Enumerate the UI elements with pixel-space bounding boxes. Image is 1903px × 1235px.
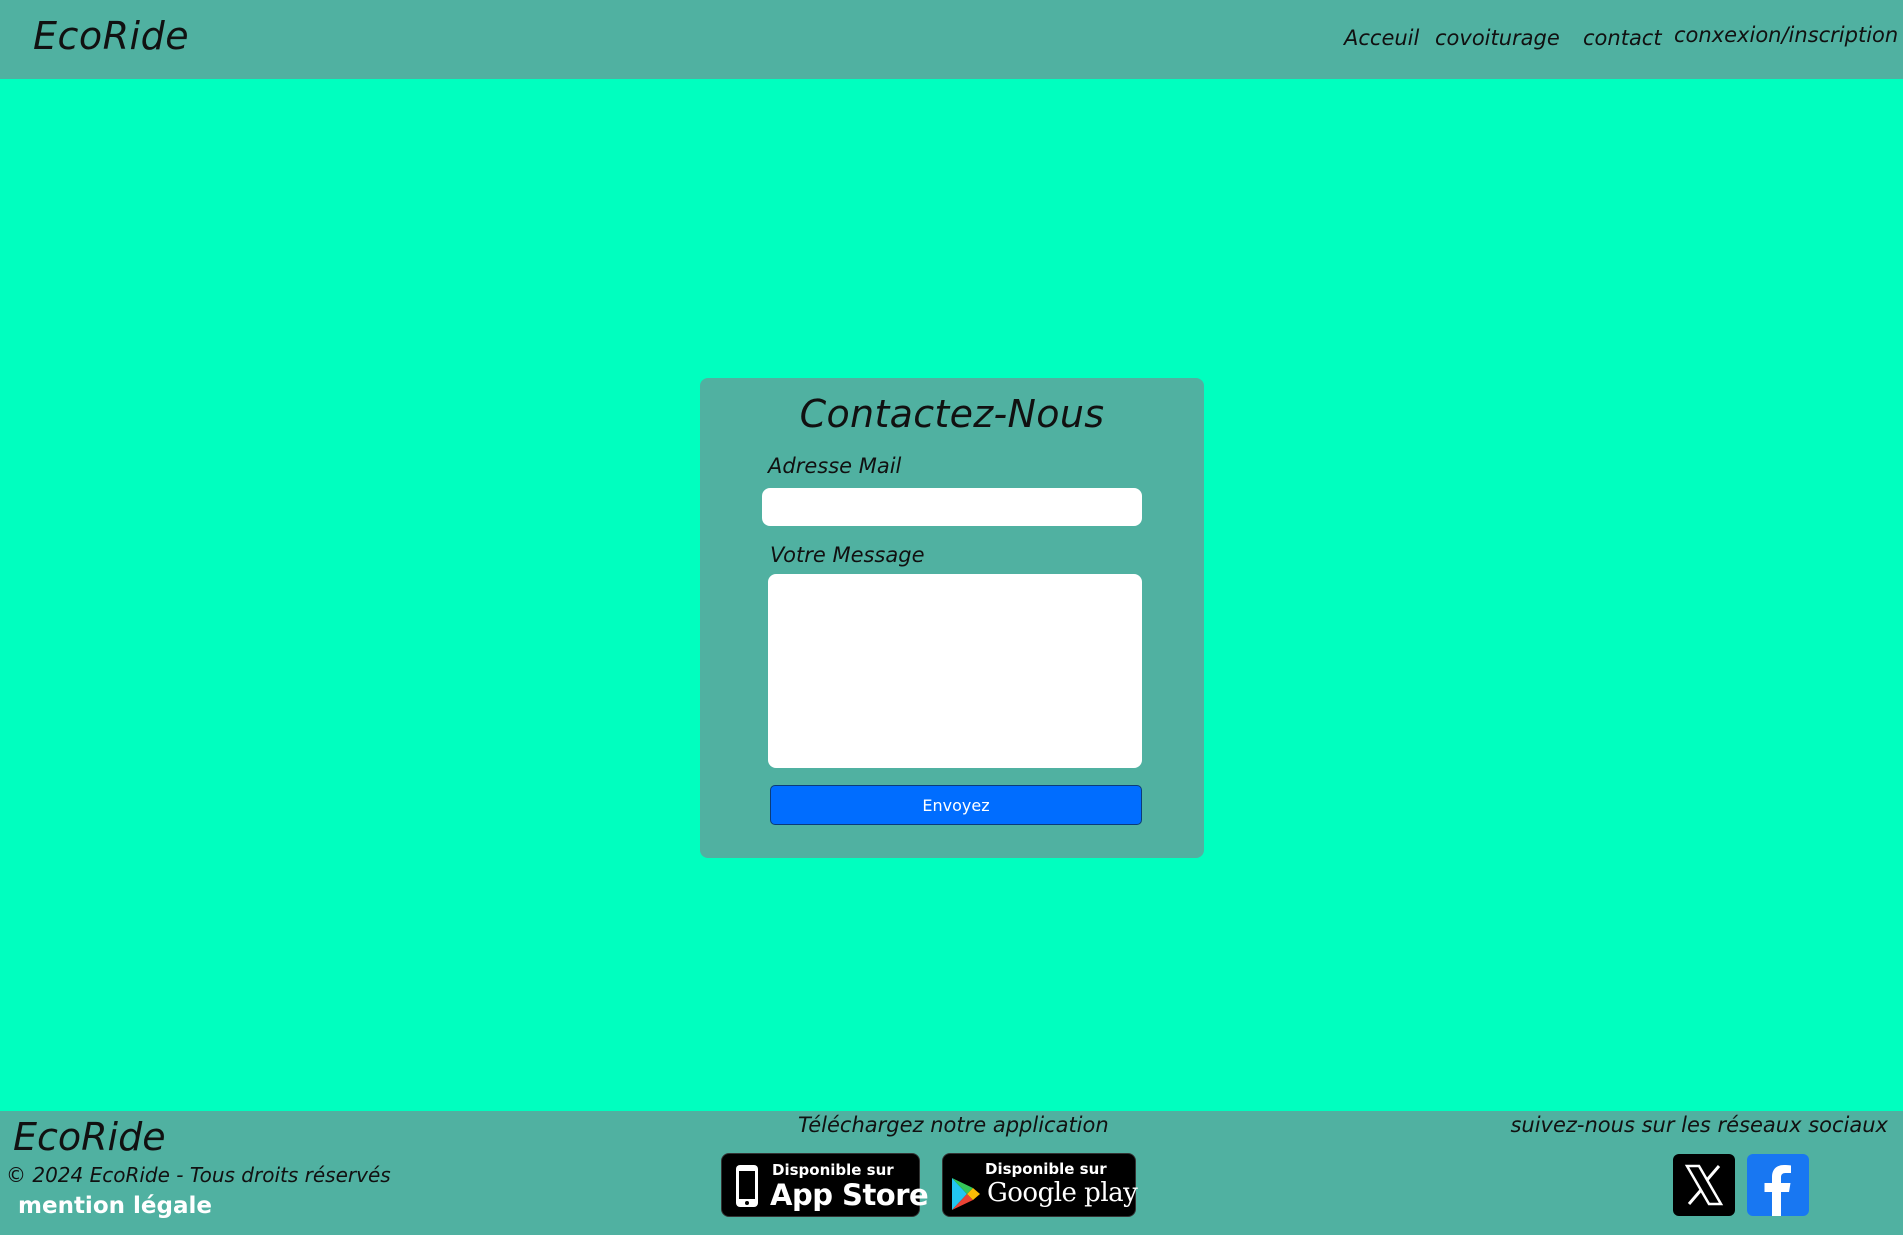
email-field[interactable] xyxy=(762,488,1142,526)
google-play-caption: Disponible sur xyxy=(985,1160,1107,1178)
app-store-name: App Store xyxy=(770,1178,929,1212)
top-navbar: EcoRide Acceuil covoiturage contact conx… xyxy=(0,0,1903,79)
app-store-badge[interactable]: Disponible sur App Store xyxy=(721,1153,929,1217)
iphone-icon xyxy=(736,1165,758,1207)
message-textarea[interactable] xyxy=(768,574,1142,768)
play-triangle-icon xyxy=(952,1178,980,1210)
app-store-caption: Disponible sur xyxy=(772,1161,894,1179)
footer: EcoRide © 2024 EcoRide - Tous droits rés… xyxy=(0,1111,1903,1235)
footer-brand: EcoRide xyxy=(13,1115,166,1159)
copyright-text: © 2024 EcoRide - Tous droits réservés xyxy=(6,1163,391,1187)
legal-notice-link[interactable]: mention légale xyxy=(18,1193,212,1219)
nav-link-login-signup[interactable]: conxexion/inscription xyxy=(1674,23,1898,47)
contact-form-card: Contactez-Nous Adresse Mail Votre Messag… xyxy=(700,378,1204,858)
nav-link-contact[interactable]: contact xyxy=(1583,26,1662,50)
nav-link-home[interactable]: Acceuil xyxy=(1344,26,1419,50)
x-twitter-icon[interactable] xyxy=(1673,1154,1735,1216)
nav-link-carpool[interactable]: covoiturage xyxy=(1435,26,1560,50)
brand-logo[interactable]: EcoRide xyxy=(33,14,189,58)
send-button[interactable]: Envoyez xyxy=(770,785,1142,825)
download-app-title: Téléchargez notre application xyxy=(798,1113,1109,1137)
message-label: Votre Message xyxy=(770,543,925,567)
google-play-badge[interactable]: Disponible sur Google play xyxy=(942,1153,1138,1217)
social-title: suivez-nous sur les réseaux sociaux xyxy=(1510,1113,1888,1137)
facebook-icon[interactable] xyxy=(1747,1154,1809,1216)
email-label: Adresse Mail xyxy=(768,454,902,478)
google-play-name: Google play xyxy=(987,1178,1138,1208)
contact-form-title: Contactez-Nous xyxy=(799,392,1105,436)
